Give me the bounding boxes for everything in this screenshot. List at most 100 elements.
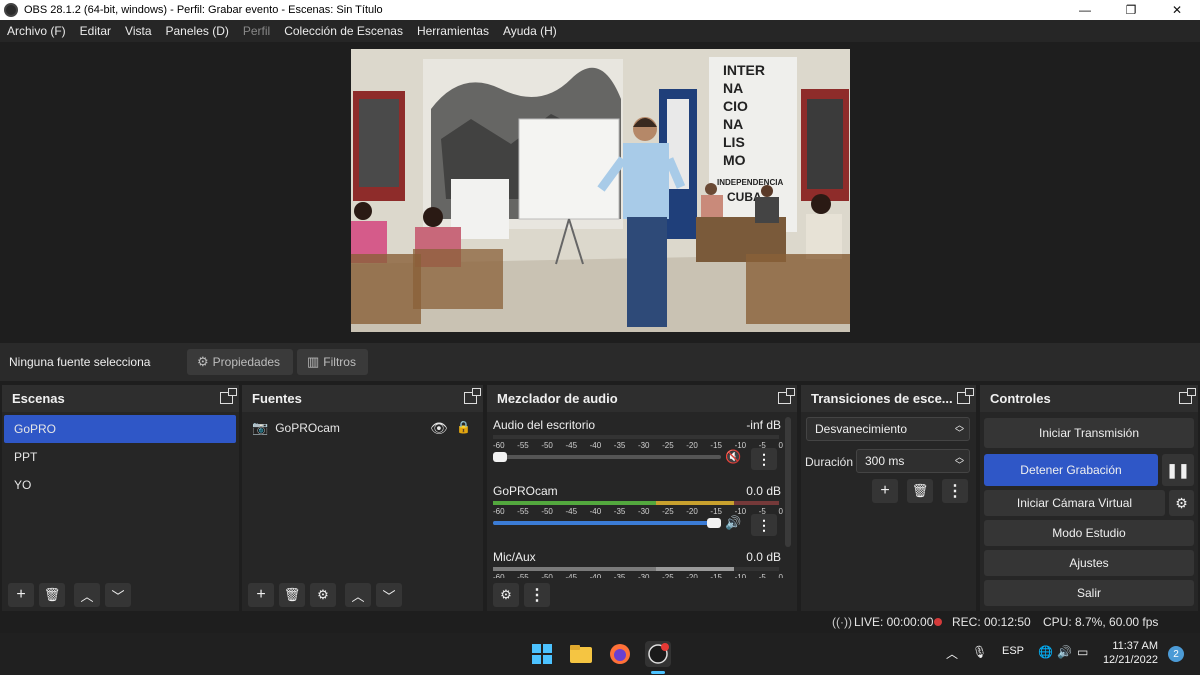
volume-icon[interactable]: 🔊	[1057, 645, 1072, 659]
undock-icon[interactable]	[1179, 388, 1196, 404]
preview-canvas[interactable]: INTER NA CIO NA LIS MO INDEPENDENCIA CUB…	[351, 49, 850, 332]
language-indicator[interactable]: ESP	[1002, 645, 1024, 657]
menu-ayuda[interactable]: Ayuda (H)	[503, 24, 557, 38]
windows-start-icon[interactable]	[529, 641, 555, 667]
remove-scene-button[interactable]: 🗑	[39, 583, 65, 607]
settings-button[interactable]: Ajustes	[984, 550, 1194, 576]
microphone-icon[interactable]: 🎙	[972, 645, 987, 659]
move-source-up-button[interactable]: ︿	[345, 583, 371, 607]
menu-bar: Archivo (F) Editar Vista Paneles (D) Per…	[0, 20, 1200, 42]
menu-paneles[interactable]: Paneles (D)	[166, 24, 229, 38]
slider-knob[interactable]	[493, 452, 507, 462]
close-button[interactable]: ✕	[1154, 0, 1200, 20]
status-bar: ((·)) LIVE: 00:00:00 REC: 00:12:50 CPU: …	[0, 611, 1200, 633]
network-icon[interactable]: 🌐	[1038, 645, 1053, 659]
volume-slider[interactable]	[493, 452, 721, 462]
chevron-up-icon: ︿	[351, 588, 365, 604]
menu-vista[interactable]: Vista	[125, 24, 151, 38]
button-label: Modo Estudio	[1052, 526, 1126, 540]
chevron-down-icon: ﹀	[111, 588, 125, 604]
maximize-button[interactable]: ❐	[1108, 0, 1154, 20]
sources-header: Fuentes	[242, 385, 483, 412]
menu-editar[interactable]: Editar	[80, 24, 111, 38]
menu-archivo[interactable]: Archivo (F)	[7, 24, 66, 38]
channel-name: GoPROcam	[493, 484, 558, 498]
pause-recording-button[interactable]: ❚❚	[1162, 454, 1194, 486]
sources-toolbar: + 🗑 ⚙ ︿ ﹀	[248, 583, 402, 607]
tick: 0	[778, 441, 783, 450]
tick: -50	[541, 507, 553, 516]
menu-coleccion-escenas[interactable]: Colección de Escenas	[284, 24, 403, 38]
battery-icon[interactable]: ▭	[1077, 645, 1088, 659]
tick: -60	[493, 441, 505, 450]
notifications-badge[interactable]: 2	[1168, 646, 1184, 662]
properties-button[interactable]: ⚙ Propiedades	[187, 349, 293, 375]
wall-letters-1: INTER	[723, 62, 765, 78]
move-scene-up-button[interactable]: ︿	[74, 583, 100, 607]
speaker-icon[interactable]: 🔊	[725, 515, 741, 531]
mixer-channels: Audio del escritorio -inf dB -60 -55 -50 -4…	[487, 412, 783, 578]
start-streaming-button[interactable]: Iniciar Transmisión	[984, 418, 1194, 448]
eye-icon[interactable]: 👁	[430, 420, 448, 437]
move-scene-down-button[interactable]: ﹀	[105, 583, 131, 607]
slider-fill	[493, 521, 721, 525]
transition-menu-button[interactable]: ⋮	[942, 479, 968, 503]
tick: -15	[710, 573, 722, 578]
scene-item-gopro[interactable]: GoPRO	[4, 415, 236, 443]
tick: -40	[589, 573, 602, 578]
tick: -50	[541, 573, 553, 578]
start-virtual-camera-button[interactable]: Iniciar Cámara Virtual	[984, 490, 1165, 516]
channel-menu-button[interactable]: ⋮	[751, 514, 777, 536]
add-transition-button[interactable]: +	[872, 479, 898, 503]
menu-herramientas[interactable]: Herramientas	[417, 24, 489, 38]
add-scene-button[interactable]: +	[8, 583, 34, 607]
lock-icon[interactable]: 🔒	[456, 420, 471, 434]
trash-icon: 🗑	[283, 587, 301, 602]
undock-icon[interactable]	[778, 388, 795, 404]
muted-speaker-icon[interactable]: 🔇	[725, 449, 741, 465]
tick: -10	[734, 573, 747, 578]
plus-icon: +	[16, 586, 26, 603]
remove-source-button[interactable]: 🗑	[279, 583, 305, 607]
button-label: Ajustes	[1069, 556, 1109, 570]
channel-name: Mic/Aux	[493, 550, 536, 564]
scene-item-yo[interactable]: YO	[4, 471, 236, 499]
window-controls: — ❐ ✕	[1062, 0, 1200, 20]
obs-taskbar-icon[interactable]	[645, 641, 671, 667]
exit-button[interactable]: Salir	[984, 580, 1194, 606]
plus-icon: +	[880, 482, 890, 499]
duration-spinbox[interactable]: 300 ms ︿ ﹀	[856, 449, 970, 473]
move-source-down-button[interactable]: ﹀	[376, 583, 402, 607]
source-properties-button[interactable]: ⚙	[310, 583, 336, 607]
filters-button[interactable]: ▥ Filtros	[297, 349, 368, 375]
transition-select[interactable]: Desvanecimiento ︿ ﹀	[806, 417, 970, 441]
menu-perfil[interactable]: Perfil	[243, 24, 270, 38]
level-meter	[493, 501, 779, 505]
spin-icon[interactable]: ︿ ﹀	[955, 453, 964, 470]
undock-icon[interactable]	[464, 388, 481, 404]
volume-slider[interactable]	[493, 518, 721, 528]
source-item-goprocam[interactable]: 📷 GoPROcam 👁 🔒	[242, 414, 483, 442]
undock-icon[interactable]	[220, 388, 237, 404]
wall-letters-2: NA	[723, 80, 743, 96]
button-label: Salir	[1076, 586, 1101, 600]
studio-mode-button[interactable]: Modo Estudio	[984, 520, 1194, 546]
scene-item-ppt[interactable]: PPT	[4, 443, 236, 471]
remove-transition-button[interactable]: 🗑	[907, 479, 933, 503]
chevron-up-icon[interactable]: ︿	[946, 645, 958, 662]
virtual-camera-settings-button[interactable]: ⚙	[1169, 490, 1194, 516]
firefox-icon[interactable]	[607, 641, 633, 667]
advanced-audio-button[interactable]: ⚙	[493, 583, 519, 607]
file-explorer-icon[interactable]	[568, 641, 594, 667]
slider-knob[interactable]	[707, 518, 721, 528]
mixer-menu-button[interactable]: ⋮	[524, 583, 550, 607]
mixer-scrollbar[interactable]	[785, 417, 791, 547]
clock-time: 11:37 AM	[1112, 640, 1158, 652]
channel-menu-button[interactable]: ⋮	[751, 448, 777, 470]
minimize-button[interactable]: —	[1062, 0, 1108, 20]
stop-recording-button[interactable]: Detener Grabación	[984, 454, 1158, 486]
add-source-button[interactable]: +	[248, 583, 274, 607]
tick: -15	[710, 441, 722, 450]
filter-icon: ▥	[307, 354, 320, 369]
undock-icon[interactable]	[957, 388, 974, 404]
